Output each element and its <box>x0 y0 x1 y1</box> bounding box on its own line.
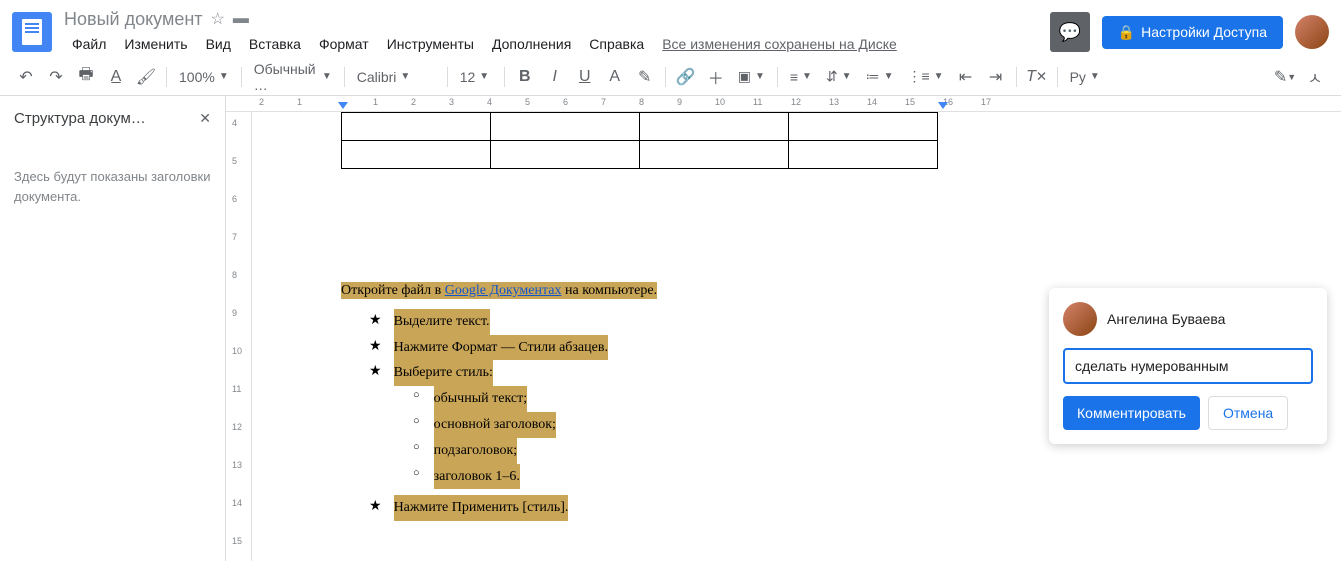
menu-tools[interactable]: Инструменты <box>379 32 482 56</box>
star-icon[interactable]: ☆ <box>211 9 225 29</box>
text-line[interactable]: Откройте файл в Google Документах на ком… <box>341 282 657 299</box>
commenter-name: Ангелина Буваева <box>1107 311 1225 327</box>
line-spacing-button[interactable]: ⇵▼ <box>820 64 858 90</box>
clear-format-button[interactable]: T✕ <box>1023 63 1051 91</box>
right-indent-marker[interactable] <box>938 102 948 109</box>
italic-button[interactable]: I <box>541 63 569 91</box>
comment-cancel-button[interactable]: Отмена <box>1208 396 1288 430</box>
list-item[interactable]: Выберите стиль: <box>394 360 493 386</box>
list-item[interactable]: заголовок 1–6. <box>434 464 520 490</box>
circle-bullet-icon: ○ <box>413 464 420 490</box>
star-bullet-icon: ★ <box>369 309 382 333</box>
text-color-button[interactable]: A <box>601 63 629 91</box>
comment-button[interactable]: ＋ <box>702 63 730 91</box>
indent-decrease-button[interactable]: ⇤ <box>952 63 980 91</box>
outline-panel: Структура докум… ✕ Здесь будут показаны … <box>0 96 226 561</box>
lock-icon: 🔒 <box>1118 24 1135 41</box>
menu-view[interactable]: Вид <box>198 32 239 56</box>
circle-bullet-icon: ○ <box>413 386 420 412</box>
comment-input[interactable] <box>1063 348 1313 384</box>
comment-dialog: Ангелина Буваева Комментировать Отмена <box>1049 288 1327 444</box>
numbered-list-button[interactable]: ≔▼ <box>860 64 900 90</box>
spellcheck-button[interactable]: A̲ <box>102 63 130 91</box>
close-outline-button[interactable]: ✕ <box>199 110 211 127</box>
app-logo[interactable] <box>12 12 52 52</box>
menu-help[interactable]: Справка <box>581 32 652 56</box>
align-button[interactable]: ≡▼ <box>784 64 818 90</box>
outline-empty-text: Здесь будут показаны заголовки документа… <box>14 167 211 206</box>
font-select[interactable]: Calibri▼ <box>351 64 441 90</box>
commenter-avatar <box>1063 302 1097 336</box>
horizontal-ruler[interactable]: 2 1 1 2 3 4 5 6 7 8 9 10 11 12 13 14 15 … <box>226 96 1341 112</box>
folder-icon[interactable]: ▬ <box>233 10 249 28</box>
edit-mode-button[interactable]: ✎▼ <box>1271 63 1299 91</box>
list-item[interactable]: основной заголовок; <box>434 412 556 438</box>
print-button[interactable]: 🖶 <box>72 63 100 91</box>
user-avatar[interactable] <box>1295 15 1329 49</box>
collapse-toolbar-button[interactable]: ㅅ <box>1301 63 1329 91</box>
menu-addons[interactable]: Дополнения <box>484 32 579 56</box>
star-bullet-icon: ★ <box>369 495 382 519</box>
list-item[interactable]: обычный текст; <box>434 386 527 412</box>
font-size-select[interactable]: 12▼ <box>454 64 498 90</box>
bulleted-list-button[interactable]: ⋮≡▼ <box>901 64 949 90</box>
indent-increase-button[interactable]: ⇥ <box>982 63 1010 91</box>
redo-button[interactable]: ↷ <box>42 63 70 91</box>
google-docs-link[interactable]: Google Документах <box>445 283 562 298</box>
toolbar: ↶ ↷ 🖶 A̲ 🖌 100%▼ Обычный …▼ Calibri▼ 12▼… <box>0 58 1341 96</box>
undo-button[interactable]: ↶ <box>12 63 40 91</box>
document-table[interactable] <box>341 112 938 169</box>
list-item[interactable]: подзаголовок; <box>434 438 518 464</box>
style-select[interactable]: Обычный …▼ <box>248 64 338 90</box>
star-bullet-icon: ★ <box>369 360 382 384</box>
menu-format[interactable]: Формат <box>311 32 377 56</box>
menu-insert[interactable]: Вставка <box>241 32 309 56</box>
paint-format-button[interactable]: 🖌 <box>132 63 160 91</box>
left-indent-marker[interactable] <box>338 102 348 109</box>
bold-button[interactable]: B <box>511 63 539 91</box>
underline-button[interactable]: U <box>571 63 599 91</box>
link-button[interactable]: 🔗 <box>672 63 700 91</box>
share-button[interactable]: 🔒 Настройки Доступа <box>1102 16 1283 49</box>
menu-file[interactable]: Файл <box>64 32 114 56</box>
comment-submit-button[interactable]: Комментировать <box>1063 396 1200 430</box>
list-item[interactable]: Выделите текст. <box>394 309 490 335</box>
list-item[interactable]: Нажмите Применить [стиль]. <box>394 495 569 521</box>
vertical-ruler[interactable]: 4 5 6 7 8 9 10 11 12 13 14 15 <box>226 112 252 561</box>
comment-history-icon[interactable]: 💬 <box>1050 12 1090 52</box>
image-button[interactable]: ▣▼ <box>732 64 771 90</box>
list-item[interactable]: Нажмите Формат — Стили абзацев. <box>394 335 608 361</box>
highlight-button[interactable]: ✎ <box>631 63 659 91</box>
share-label: Настройки Доступа <box>1141 24 1267 40</box>
star-bullet-icon: ★ <box>369 335 382 359</box>
circle-bullet-icon: ○ <box>413 412 420 438</box>
document-title[interactable]: Новый документ <box>64 9 203 30</box>
save-status[interactable]: Все изменения сохранены на Диске <box>662 36 897 52</box>
circle-bullet-icon: ○ <box>413 438 420 464</box>
input-tools-button[interactable]: Ру▼ <box>1064 64 1106 90</box>
page-content[interactable]: Откройте файл в Google Документах на ком… <box>276 112 1036 521</box>
zoom-select[interactable]: 100%▼ <box>173 64 235 90</box>
outline-title: Структура докум… <box>14 110 211 127</box>
menu-edit[interactable]: Изменить <box>116 32 195 56</box>
menubar: Файл Изменить Вид Вставка Формат Инструм… <box>64 32 1050 56</box>
